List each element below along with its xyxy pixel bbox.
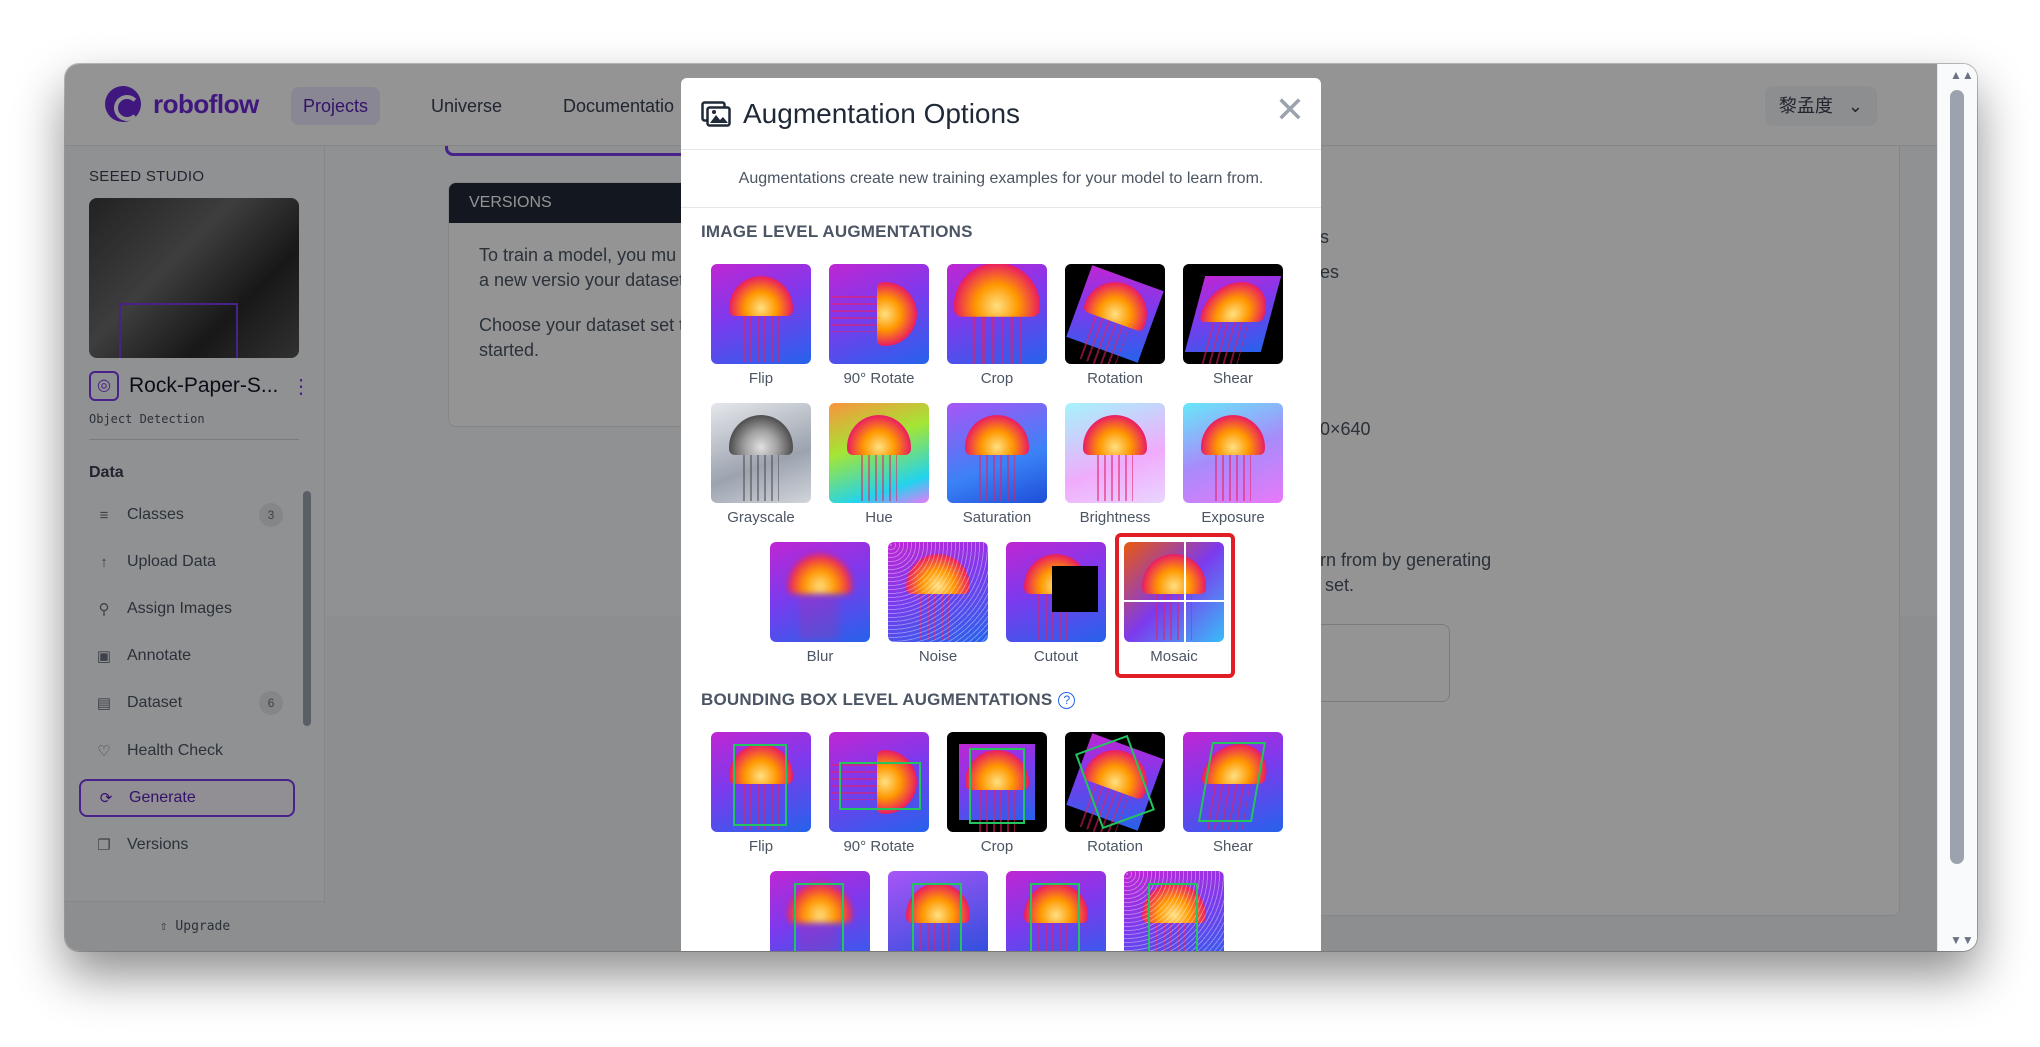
scrollbar-thumb[interactable] — [1950, 90, 1964, 864]
image-level-title: IMAGE LEVEL AUGMENTATIONS — [701, 222, 973, 241]
bbox-aug-tile-8-preview — [1006, 871, 1106, 951]
bbox-aug-crop-preview — [947, 732, 1047, 832]
image-aug-hue[interactable]: Hue — [829, 403, 929, 529]
bbox-aug-tile-7-preview — [888, 871, 988, 951]
image-aug-exposure[interactable]: Exposure — [1183, 403, 1283, 529]
bbox-aug-flip-label: Flip — [748, 838, 774, 855]
image-aug-cutout-preview — [1006, 542, 1106, 642]
bbox-aug-rotation[interactable]: Rotation — [1065, 732, 1165, 858]
bbox-aug-rotation-label: Rotation — [1087, 838, 1143, 855]
bounding-box — [733, 744, 787, 826]
image-aug-shear-preview — [1183, 264, 1283, 364]
image-aug-grayscale[interactable]: Grayscale — [711, 403, 811, 529]
image-aug-cutout-label: Cutout — [1033, 648, 1079, 665]
image-aug-shear-label: Shear — [1212, 370, 1254, 387]
bbox-aug-flip-preview — [711, 732, 811, 832]
image-aug-blur-label: Blur — [806, 648, 834, 665]
bbox-aug-tile-9[interactable] — [1124, 871, 1224, 951]
bbox-aug-crop[interactable]: Crop — [947, 732, 1047, 858]
image-aug-blur[interactable]: Blur — [770, 542, 870, 668]
image-aug-cutout[interactable]: Cutout — [1006, 542, 1106, 668]
bbox-level-title-text: BOUNDING BOX LEVEL AUGMENTATIONS — [701, 690, 1053, 709]
bounding-box — [794, 883, 844, 951]
page-scrollbar[interactable]: ▲▲ ▼▼ — [1937, 64, 1977, 951]
page-viewport: roboflow Projects Universe Documentatio … — [65, 64, 1937, 951]
modal-description: Augmentations create new training exampl… — [681, 150, 1321, 208]
image-aug-crop-preview — [947, 264, 1047, 364]
bounding-box — [1030, 883, 1080, 951]
image-aug-rotation[interactable]: Rotation — [1065, 264, 1165, 390]
image-aug-rotation-label: Rotation — [1087, 370, 1143, 387]
bbox-aug-shear-label: Shear — [1212, 838, 1254, 855]
image-aug-exposure-label: Exposure — [1201, 509, 1265, 526]
image-aug-noise[interactable]: Noise — [888, 542, 988, 668]
image-aug-hue-label: Hue — [865, 509, 893, 526]
image-aug-saturation[interactable]: Saturation — [947, 403, 1047, 529]
image-aug-blur-preview — [770, 542, 870, 642]
image-aug-flip-preview — [711, 264, 811, 364]
bbox-aug-tile-6-preview — [770, 871, 870, 951]
mosaic-highlight-box — [1115, 533, 1235, 678]
bbox-aug-shear[interactable]: Shear — [1183, 732, 1283, 858]
bbox-aug-90-rotate-preview — [829, 732, 929, 832]
bbox-aug-90-rotate[interactable]: 90° Rotate — [829, 732, 929, 858]
scroll-up-icon[interactable]: ▲▲ — [1950, 68, 1974, 82]
image-aug-hue-preview — [829, 403, 929, 503]
browser-window: roboflow Projects Universe Documentatio … — [65, 64, 1977, 951]
image-aug-brightness-label: Brightness — [1079, 509, 1151, 526]
bbox-aug-tile-6[interactable] — [770, 871, 870, 951]
modal-header: Augmentation Options — [681, 78, 1321, 150]
image-aug-flip-label: Flip — [748, 370, 774, 387]
image-aug-grayscale-label: Grayscale — [727, 509, 795, 526]
image-aug-brightness[interactable]: Brightness — [1065, 403, 1165, 529]
image-aug-crop-label: Crop — [980, 370, 1014, 387]
close-icon[interactable]: ✕ — [1275, 92, 1305, 128]
modal-title: Augmentation Options — [743, 97, 1021, 129]
bbox-aug-tile-7[interactable] — [888, 871, 988, 951]
image-aug-exposure-preview — [1183, 403, 1283, 503]
bounding-box — [1148, 883, 1198, 951]
image-aug-90-rotate-preview — [829, 264, 929, 364]
image-aug-flip[interactable]: Flip — [711, 264, 811, 390]
image-aug-grayscale-preview — [711, 403, 811, 503]
image-aug-90-rotate-label: 90° Rotate — [843, 370, 915, 387]
scroll-down-icon[interactable]: ▼▼ — [1950, 933, 1974, 947]
bbox-aug-crop-label: Crop — [980, 838, 1014, 855]
bbox-aug-tile-8[interactable] — [1006, 871, 1106, 951]
bounding-box — [969, 748, 1025, 824]
image-aug-saturation-preview — [947, 403, 1047, 503]
augmentation-options-modal: Augmentation Options ✕ Augmentations cre… — [681, 78, 1321, 951]
image-aug-saturation-label: Saturation — [962, 509, 1032, 526]
images-icon — [701, 100, 731, 127]
help-icon[interactable]: ? — [1058, 692, 1076, 709]
bbox-aug-tile-9-preview — [1124, 871, 1224, 951]
image-aug-crop[interactable]: Crop — [947, 264, 1047, 390]
bounding-box — [912, 883, 962, 951]
image-aug-noise-label: Noise — [918, 648, 958, 665]
image-aug-shear[interactable]: Shear — [1183, 264, 1283, 390]
bbox-aug-flip[interactable]: Flip — [711, 732, 811, 858]
image-aug-brightness-preview — [1065, 403, 1165, 503]
bbox-aug-rotation-preview — [1065, 732, 1165, 832]
bounding-box — [839, 762, 921, 810]
image-aug-90-rotate[interactable]: 90° Rotate — [829, 264, 929, 390]
bbox-level-title: BOUNDING BOX LEVEL AUGMENTATIONS? — [701, 690, 1076, 710]
bbox-aug-shear-preview — [1183, 732, 1283, 832]
image-aug-noise-preview — [888, 542, 988, 642]
bbox-aug-90-rotate-label: 90° Rotate — [843, 838, 915, 855]
image-aug-rotation-preview — [1065, 264, 1165, 364]
